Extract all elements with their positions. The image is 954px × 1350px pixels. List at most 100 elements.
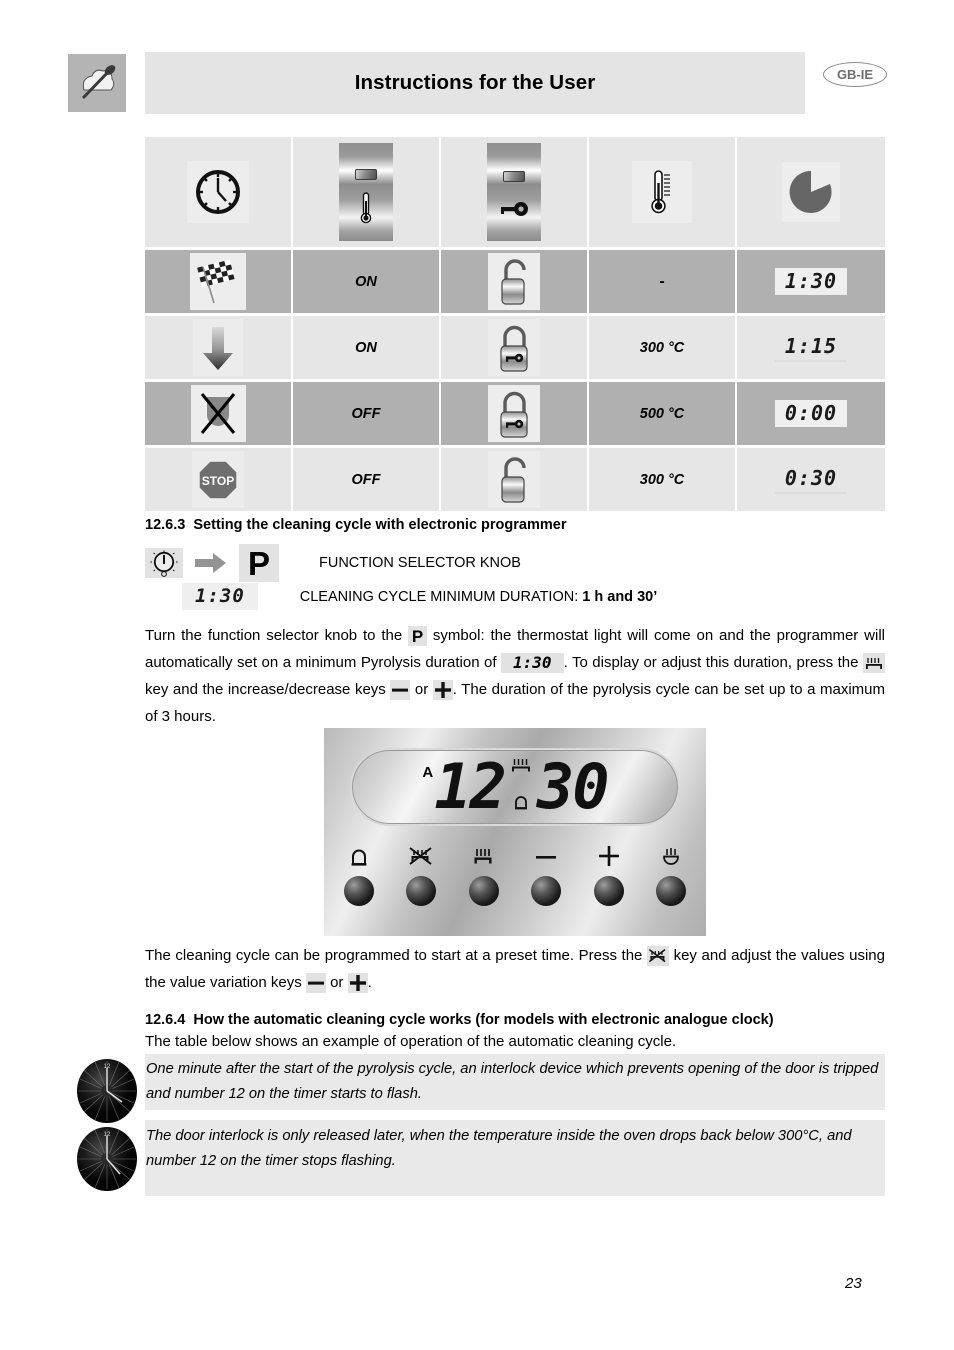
para-text: Turn the function selector knob to the xyxy=(145,627,409,644)
padlock-open-icon xyxy=(501,456,526,503)
row-temperature: 300 °C xyxy=(589,316,735,379)
thermometer-icon xyxy=(651,170,670,214)
row-duration: 0:00 xyxy=(737,382,885,445)
page-header-bar: Instructions for the User xyxy=(145,52,805,114)
row-stage-icon: STOP xyxy=(145,448,291,511)
para-text: The cleaning cycle can be programmed to … xyxy=(145,947,647,964)
electronic-programmer-panel: A 12 30 xyxy=(324,728,706,936)
table-row: ON 300 °C 1:15 xyxy=(145,316,885,379)
plus-icon xyxy=(596,844,622,868)
column-header-time xyxy=(145,137,291,247)
key-icon xyxy=(501,201,528,216)
display-minutes: 30 xyxy=(536,750,610,823)
row-duration: 0:30 xyxy=(737,448,885,511)
thermometer-icon xyxy=(360,192,372,224)
display-hours: 12 xyxy=(434,750,507,823)
note-text-1: One minute after the start of the pyroly… xyxy=(146,1061,879,1102)
para-text: . xyxy=(367,974,372,991)
rotary-knob-icon xyxy=(145,548,183,578)
push-button[interactable] xyxy=(406,876,437,906)
para-text: or xyxy=(325,974,348,991)
push-button[interactable] xyxy=(593,876,624,906)
auto-indicator: A xyxy=(422,764,434,781)
duration-lcd-inline: 1:30 xyxy=(501,653,564,674)
plus-icon xyxy=(347,973,368,994)
table-header-row xyxy=(145,137,885,247)
push-button[interactable] xyxy=(655,876,686,906)
padlock-open-icon xyxy=(501,258,526,305)
pyrolysis-symbol-p-inline: P xyxy=(408,626,428,647)
bell-icon xyxy=(512,793,530,816)
row-temperature: 300 °C xyxy=(589,448,735,511)
minus-icon xyxy=(390,680,411,701)
column-header-door-lock-light xyxy=(441,137,587,247)
table-row: ON - 1:30 xyxy=(145,250,885,313)
manual-hand-icon xyxy=(659,844,683,868)
column-header-thermostat-light xyxy=(293,137,439,247)
pyrolysis-button[interactable] xyxy=(468,844,499,906)
column-header-duration xyxy=(737,137,885,247)
crossed-pan-icon xyxy=(408,844,434,868)
manual-page: Instructions for the User GB-IE ON - 1:3… xyxy=(0,0,954,1350)
row-lock-state xyxy=(441,316,587,379)
cooking-duration-button[interactable] xyxy=(406,844,437,906)
timer-button[interactable] xyxy=(344,844,374,906)
indicator-led xyxy=(503,171,525,183)
row-light-state: ON xyxy=(293,250,439,313)
push-button[interactable] xyxy=(531,876,562,906)
row-light-state: ON xyxy=(293,316,439,379)
increase-button[interactable] xyxy=(593,844,624,906)
row-temperature: 500 °C xyxy=(589,382,735,445)
bell-icon xyxy=(348,844,370,868)
row-duration: 1:15 xyxy=(737,316,885,379)
row-stage-icon xyxy=(145,382,291,445)
row-duration: 1:30 xyxy=(737,250,885,313)
svg-text:STOP: STOP xyxy=(202,474,234,488)
push-button[interactable] xyxy=(344,876,374,906)
language-badge: GB-IE xyxy=(823,62,887,87)
decrease-button[interactable] xyxy=(531,844,562,906)
section-title: How the automatic cleaning cycle works (… xyxy=(193,1012,774,1028)
table-row: STOP OFF 300 °C 0:30 xyxy=(145,448,885,511)
row-temperature: - xyxy=(589,250,735,313)
para-text: . To display or adjust this duration, pr… xyxy=(563,654,863,671)
legend-label-duration: CLEANING CYCLE MINIMUM DURATION: xyxy=(299,588,583,605)
thermostat-indicator-light-icon xyxy=(339,143,393,241)
legend-function-selector: P FUNCTION SELECTOR KNOB xyxy=(145,544,521,582)
row-stage-icon xyxy=(145,316,291,379)
crossed-pan-icon xyxy=(646,946,669,967)
row-lock-state xyxy=(441,250,587,313)
section-number: 12.6.4 xyxy=(145,1012,186,1028)
minimum-duration-lcd: 1:30 xyxy=(182,583,258,610)
minus-icon xyxy=(305,973,326,994)
row-lock-state xyxy=(441,382,587,445)
row-stage-icon xyxy=(145,250,291,313)
plus-icon xyxy=(432,680,453,701)
heating-element-icon xyxy=(511,758,531,779)
indicator-led xyxy=(355,168,377,180)
door-lock-indicator-light-icon xyxy=(487,143,541,241)
para-text: or xyxy=(410,681,433,698)
section-heading-1263: 12.6.3 Setting the cleaning cycle with e… xyxy=(145,517,566,533)
analogue-clock-icon: 12 xyxy=(74,1126,140,1197)
down-arrow-icon xyxy=(203,326,233,370)
row-light-state: OFF xyxy=(293,448,439,511)
manual-button[interactable] xyxy=(655,844,686,906)
note-text-2: The door interlock is only released late… xyxy=(146,1128,852,1169)
right-arrow-icon xyxy=(195,552,227,574)
paragraph-preset-time: The cleaning cycle can be programmed to … xyxy=(145,942,885,996)
svg-text:12: 12 xyxy=(104,1064,111,1070)
no-pan-crossed-icon xyxy=(200,392,236,434)
push-button[interactable] xyxy=(468,876,499,906)
row-lock-state xyxy=(441,448,587,511)
legend-minimum-duration: 1:30 CLEANING CYCLE MINIMUM DURATION: 1 … xyxy=(182,583,657,610)
padlock-closed-key-icon xyxy=(500,325,528,372)
checkered-flag-icon xyxy=(197,259,235,303)
cleaning-cycle-table: ON - 1:30 ON 300 °C 1:15 OFF 500 °C 0:00… xyxy=(145,137,885,511)
section-title: Setting the cleaning cycle with electron… xyxy=(193,517,567,533)
pyrolysis-symbol-p: P xyxy=(239,544,279,582)
column-header-temperature xyxy=(589,137,735,247)
programmer-button-row xyxy=(344,844,686,906)
paragraph-1263: Turn the function selector knob to the P… xyxy=(145,622,885,730)
programmer-display: A 12 30 xyxy=(350,748,680,826)
